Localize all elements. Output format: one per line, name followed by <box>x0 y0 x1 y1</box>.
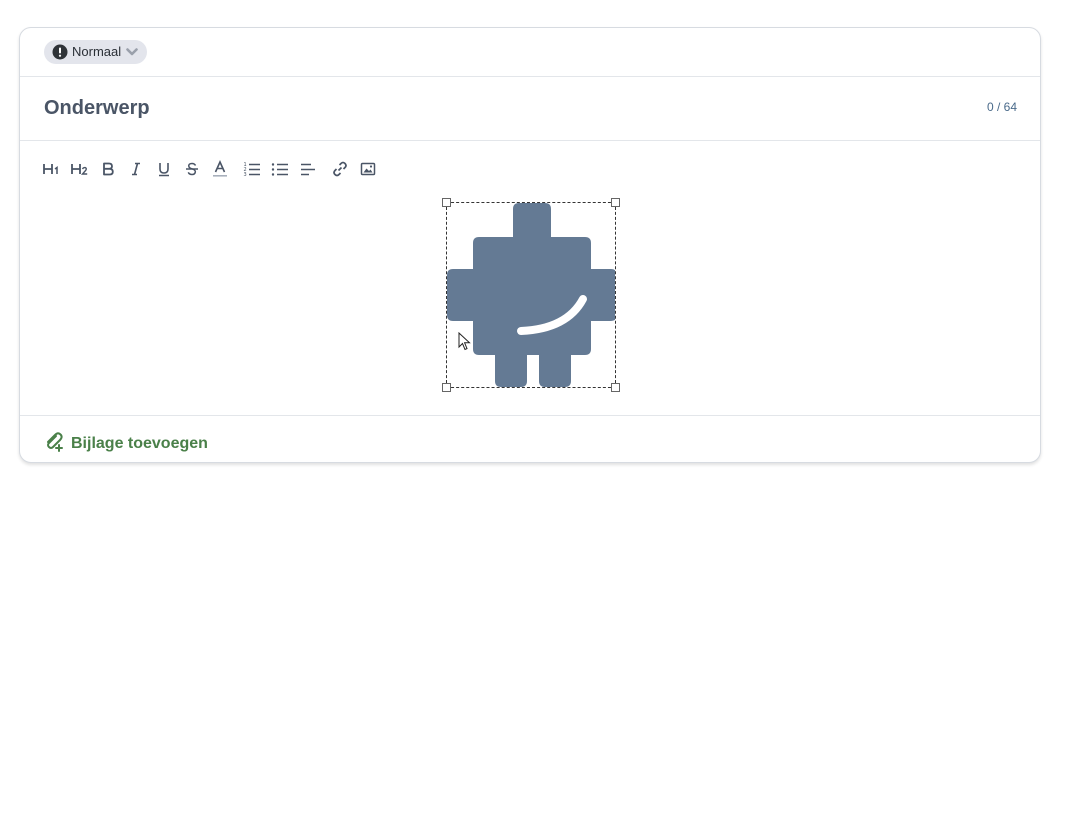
align-button[interactable] <box>296 157 320 181</box>
text-color-button[interactable] <box>208 157 232 181</box>
bullet-list-icon <box>271 161 289 177</box>
h1-icon <box>42 161 62 177</box>
strikethrough-button[interactable] <box>180 157 204 181</box>
h2-icon <box>70 161 90 177</box>
subject-row: 0 / 64 <box>20 76 1040 141</box>
svg-text:3: 3 <box>244 172 247 177</box>
subject-char-count: 0 / 64 <box>986 100 1017 114</box>
paperclip-add-icon <box>43 430 65 457</box>
priority-row: Normaal <box>20 28 1040 77</box>
ordered-list-icon: 1 2 3 <box>243 161 261 177</box>
align-left-icon <box>299 161 317 177</box>
add-attachment-button[interactable]: Bijlage toevoegen <box>43 430 208 457</box>
heading-1-button[interactable] <box>40 157 64 181</box>
italic-icon <box>128 161 144 177</box>
chevron-down-icon <box>125 45 139 59</box>
link-icon <box>331 160 349 178</box>
resize-handle-top-right[interactable] <box>611 198 620 207</box>
subject-input[interactable] <box>44 94 924 122</box>
editor-toolbar: 1 2 3 <box>40 156 384 182</box>
resize-handle-top-left[interactable] <box>442 198 451 207</box>
mouse-pointer-icon <box>458 332 471 351</box>
heading-2-button[interactable] <box>68 157 92 181</box>
priority-dropdown[interactable]: Normaal <box>44 40 148 64</box>
add-attachment-label: Bijlage toevoegen <box>71 434 208 452</box>
italic-button[interactable] <box>124 157 148 181</box>
alert-circle-icon <box>52 44 68 60</box>
text-color-icon <box>212 160 228 178</box>
message-composer: Normaal 0 / 64 <box>19 27 1041 463</box>
image-button[interactable] <box>356 157 380 181</box>
underline-icon <box>156 161 172 177</box>
selected-image-frame[interactable] <box>442 198 620 392</box>
bold-button[interactable] <box>96 157 120 181</box>
resize-handle-bottom-left[interactable] <box>442 383 451 392</box>
bullet-list-button[interactable] <box>268 157 292 181</box>
underline-button[interactable] <box>152 157 176 181</box>
resize-handle-bottom-right[interactable] <box>611 383 620 392</box>
bold-icon <box>100 161 116 177</box>
link-button[interactable] <box>328 157 352 181</box>
image-icon <box>360 161 376 177</box>
strikethrough-icon <box>184 161 200 177</box>
editor-content[interactable] <box>20 188 1040 416</box>
priority-label: Normaal <box>72 44 122 59</box>
puzzle-logo-image[interactable] <box>447 203 615 387</box>
ordered-list-button[interactable]: 1 2 3 <box>240 157 264 181</box>
attachment-row: Bijlage toevoegen <box>20 415 1040 462</box>
